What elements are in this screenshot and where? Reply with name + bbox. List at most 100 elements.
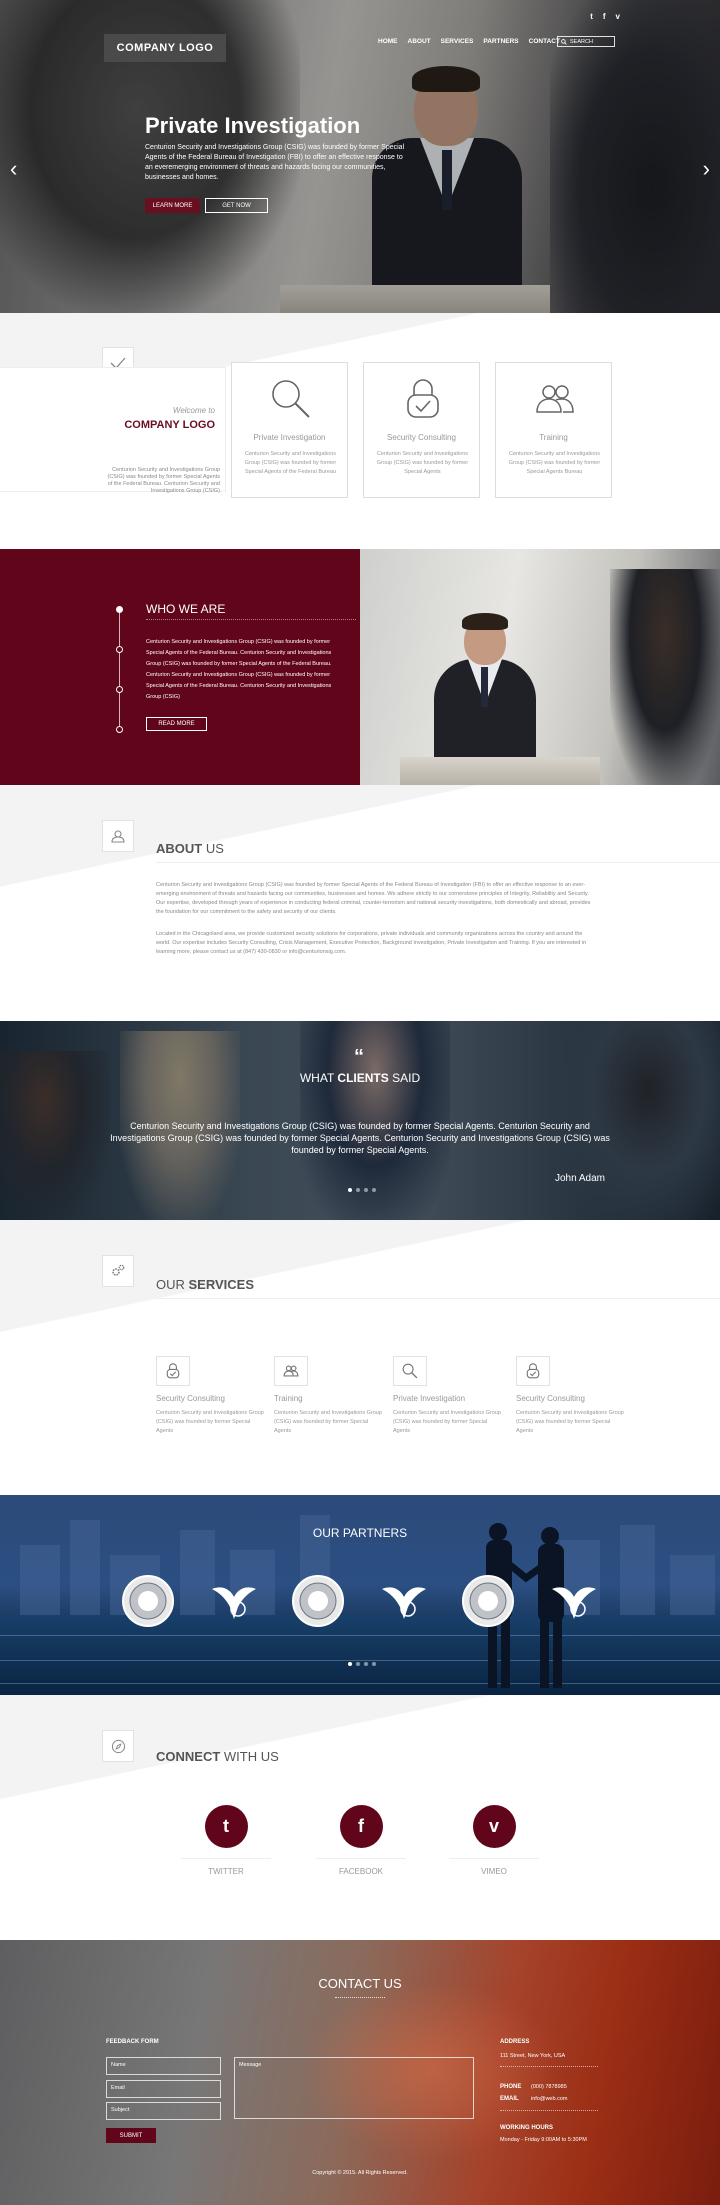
photo-desk bbox=[400, 757, 600, 785]
phone-label: PHONE bbox=[500, 2084, 522, 2090]
email-field[interactable]: Email bbox=[106, 2080, 221, 2098]
pager-dot[interactable] bbox=[364, 1188, 368, 1192]
feature-card-training[interactable]: Training Centurion Security and Investig… bbox=[495, 362, 612, 498]
testimonials-section: “ WHAT CLIENTS SAID Centurion Security a… bbox=[0, 1021, 720, 1220]
nav-home[interactable]: HOME bbox=[378, 38, 398, 45]
service-security-consulting[interactable]: Security Consulting Centurion Security a… bbox=[156, 1356, 266, 1436]
address-value: 111 Street, New York, USA bbox=[500, 2053, 566, 2059]
email-value[interactable]: info@web.com bbox=[531, 2096, 567, 2102]
welcome-section: Welcome to COMPANY LOGO Centurion Securi… bbox=[0, 313, 720, 549]
submit-button[interactable]: SUBMIT bbox=[106, 2128, 156, 2143]
title-divider bbox=[156, 1298, 720, 1299]
contact-section: CONTACT US FEEDBACK FORM Name Email Subj… bbox=[0, 1940, 720, 2205]
card-title: Private Investigation bbox=[253, 433, 326, 442]
reflective-floor bbox=[0, 1615, 720, 1695]
service-text: Centurion Security and Investigations Gr… bbox=[274, 1410, 382, 1434]
service-icon-box bbox=[156, 1356, 190, 1386]
who-we-are-section: WHO WE ARE Centurion Security and Invest… bbox=[0, 549, 720, 785]
welcome-title: COMPANY LOGO bbox=[124, 419, 215, 431]
pager-dot[interactable] bbox=[348, 1662, 352, 1666]
vimeo-icon[interactable]: v bbox=[472, 1805, 516, 1848]
card-text: Centurion Security and Investigations Gr… bbox=[376, 451, 469, 475]
facebook-icon[interactable]: f bbox=[603, 12, 606, 21]
message-field[interactable]: Message bbox=[234, 2057, 474, 2119]
pager-dot[interactable] bbox=[364, 1662, 368, 1666]
hours-value: Monday - Friday 9:00AM to 5:30PM bbox=[500, 2137, 587, 2143]
divider bbox=[181, 1858, 271, 1859]
users-icon bbox=[536, 385, 574, 413]
pager-dot[interactable] bbox=[348, 1188, 352, 1192]
vimeo-icon[interactable]: v bbox=[616, 12, 620, 21]
nav-contact[interactable]: CONTACT bbox=[529, 38, 560, 45]
testimonial-pager bbox=[348, 1188, 376, 1192]
service-training[interactable]: Training Centurion Security and Investig… bbox=[274, 1356, 384, 1436]
company-logo[interactable]: COMPANY LOGO bbox=[104, 34, 226, 62]
service-security-consulting-2[interactable]: Security Consulting Centurion Security a… bbox=[516, 1356, 626, 1436]
service-private-investigation[interactable]: Private Investigation Centurion Security… bbox=[393, 1356, 503, 1436]
about-paragraph-1: Centurion Security and Investigations Gr… bbox=[156, 882, 591, 915]
padlock-check-icon bbox=[407, 379, 439, 418]
social-label: FACEBOOK bbox=[338, 1867, 383, 1876]
nav-partners[interactable]: PARTNERS bbox=[483, 38, 518, 45]
csig-seal-logo[interactable] bbox=[292, 1575, 344, 1627]
pager-dot[interactable] bbox=[356, 1188, 360, 1192]
read-more-button[interactable]: READ MORE bbox=[146, 717, 207, 731]
twitter-icon[interactable]: t bbox=[590, 12, 593, 21]
timeline-dot bbox=[116, 686, 123, 693]
subject-field[interactable]: Subject bbox=[106, 2102, 221, 2120]
card-text: Centurion Security and Investigations Gr… bbox=[508, 451, 601, 475]
social-label: TWITTER bbox=[208, 1867, 244, 1876]
padlock-check-icon bbox=[166, 1363, 180, 1379]
nav-services[interactable]: SERVICES bbox=[441, 38, 474, 45]
nav-about[interactable]: ABOUT bbox=[408, 38, 431, 45]
top-social-links: t f v bbox=[590, 12, 620, 21]
service-icon-box bbox=[274, 1356, 308, 1386]
pager-dot[interactable] bbox=[372, 1662, 376, 1666]
partners-section: OUR PARTNERS bbox=[0, 1495, 720, 1695]
about-paragraph-2: Located in the Chicagoland area, we prov… bbox=[156, 931, 587, 955]
timeline-dot bbox=[116, 606, 123, 613]
csig-seal-logo[interactable] bbox=[122, 1575, 174, 1627]
service-title: Training bbox=[274, 1394, 303, 1403]
feature-card-private-investigation[interactable]: Private Investigation Centurion Security… bbox=[231, 362, 348, 498]
connect-facebook[interactable]: f FACEBOOK bbox=[316, 1805, 406, 1876]
service-icon-box bbox=[393, 1356, 427, 1386]
title-divider bbox=[146, 619, 356, 620]
partners-title: OUR PARTNERS bbox=[312, 1526, 408, 1540]
magnifier-icon bbox=[402, 1363, 418, 1379]
address-label: ADDRESS bbox=[500, 2039, 530, 2045]
divider bbox=[316, 1858, 406, 1859]
csig-eagle-logo[interactable] bbox=[208, 1575, 260, 1627]
feature-card-security-consulting[interactable]: Security Consulting Centurion Security a… bbox=[363, 362, 480, 498]
connect-vimeo[interactable]: v VIMEO bbox=[449, 1805, 539, 1876]
twitter-icon[interactable]: t bbox=[204, 1805, 248, 1848]
csig-eagle-logo[interactable] bbox=[548, 1575, 600, 1627]
connect-section: CONNECT WITH US t TWITTER f FACEBOOK v V… bbox=[0, 1695, 720, 1940]
who-panel: WHO WE ARE Centurion Security and Invest… bbox=[0, 549, 360, 785]
connect-twitter[interactable]: t TWITTER bbox=[181, 1805, 271, 1876]
name-field[interactable]: Name bbox=[106, 2057, 221, 2075]
learn-more-button[interactable]: LEARN MORE bbox=[145, 198, 200, 213]
pager-dot[interactable] bbox=[372, 1188, 376, 1192]
hero-description: Centurion Security and Investigations Gr… bbox=[145, 144, 405, 181]
facebook-icon[interactable]: f bbox=[339, 1805, 383, 1848]
service-title: Security Consulting bbox=[156, 1394, 225, 1403]
connect-title: CONNECT WITH US bbox=[156, 1749, 279, 1764]
service-title: Private Investigation bbox=[393, 1394, 466, 1403]
search-input[interactable]: SEARCH bbox=[557, 36, 615, 47]
services-icon-box bbox=[102, 1255, 134, 1287]
csig-seal-logo[interactable] bbox=[462, 1575, 514, 1627]
service-text: Centurion Security and Investigations Gr… bbox=[516, 1410, 624, 1434]
hours-label: WORKING HOURS bbox=[500, 2125, 553, 2131]
title-divider bbox=[335, 1997, 385, 1998]
divider bbox=[500, 2110, 598, 2111]
welcome-subtitle: Welcome to bbox=[172, 406, 215, 415]
pager-dot[interactable] bbox=[356, 1662, 360, 1666]
who-text: Centurion Security and Investigations Gr… bbox=[146, 639, 332, 700]
about-icon-box bbox=[102, 820, 134, 852]
welcome-intro-panel: Welcome to COMPANY LOGO Centurion Securi… bbox=[0, 367, 226, 494]
slider-next-arrow[interactable]: › bbox=[703, 156, 710, 182]
get-now-button[interactable]: GET NOW bbox=[205, 198, 268, 213]
slider-prev-arrow[interactable]: ‹ bbox=[10, 156, 17, 182]
csig-eagle-logo[interactable] bbox=[378, 1575, 430, 1627]
